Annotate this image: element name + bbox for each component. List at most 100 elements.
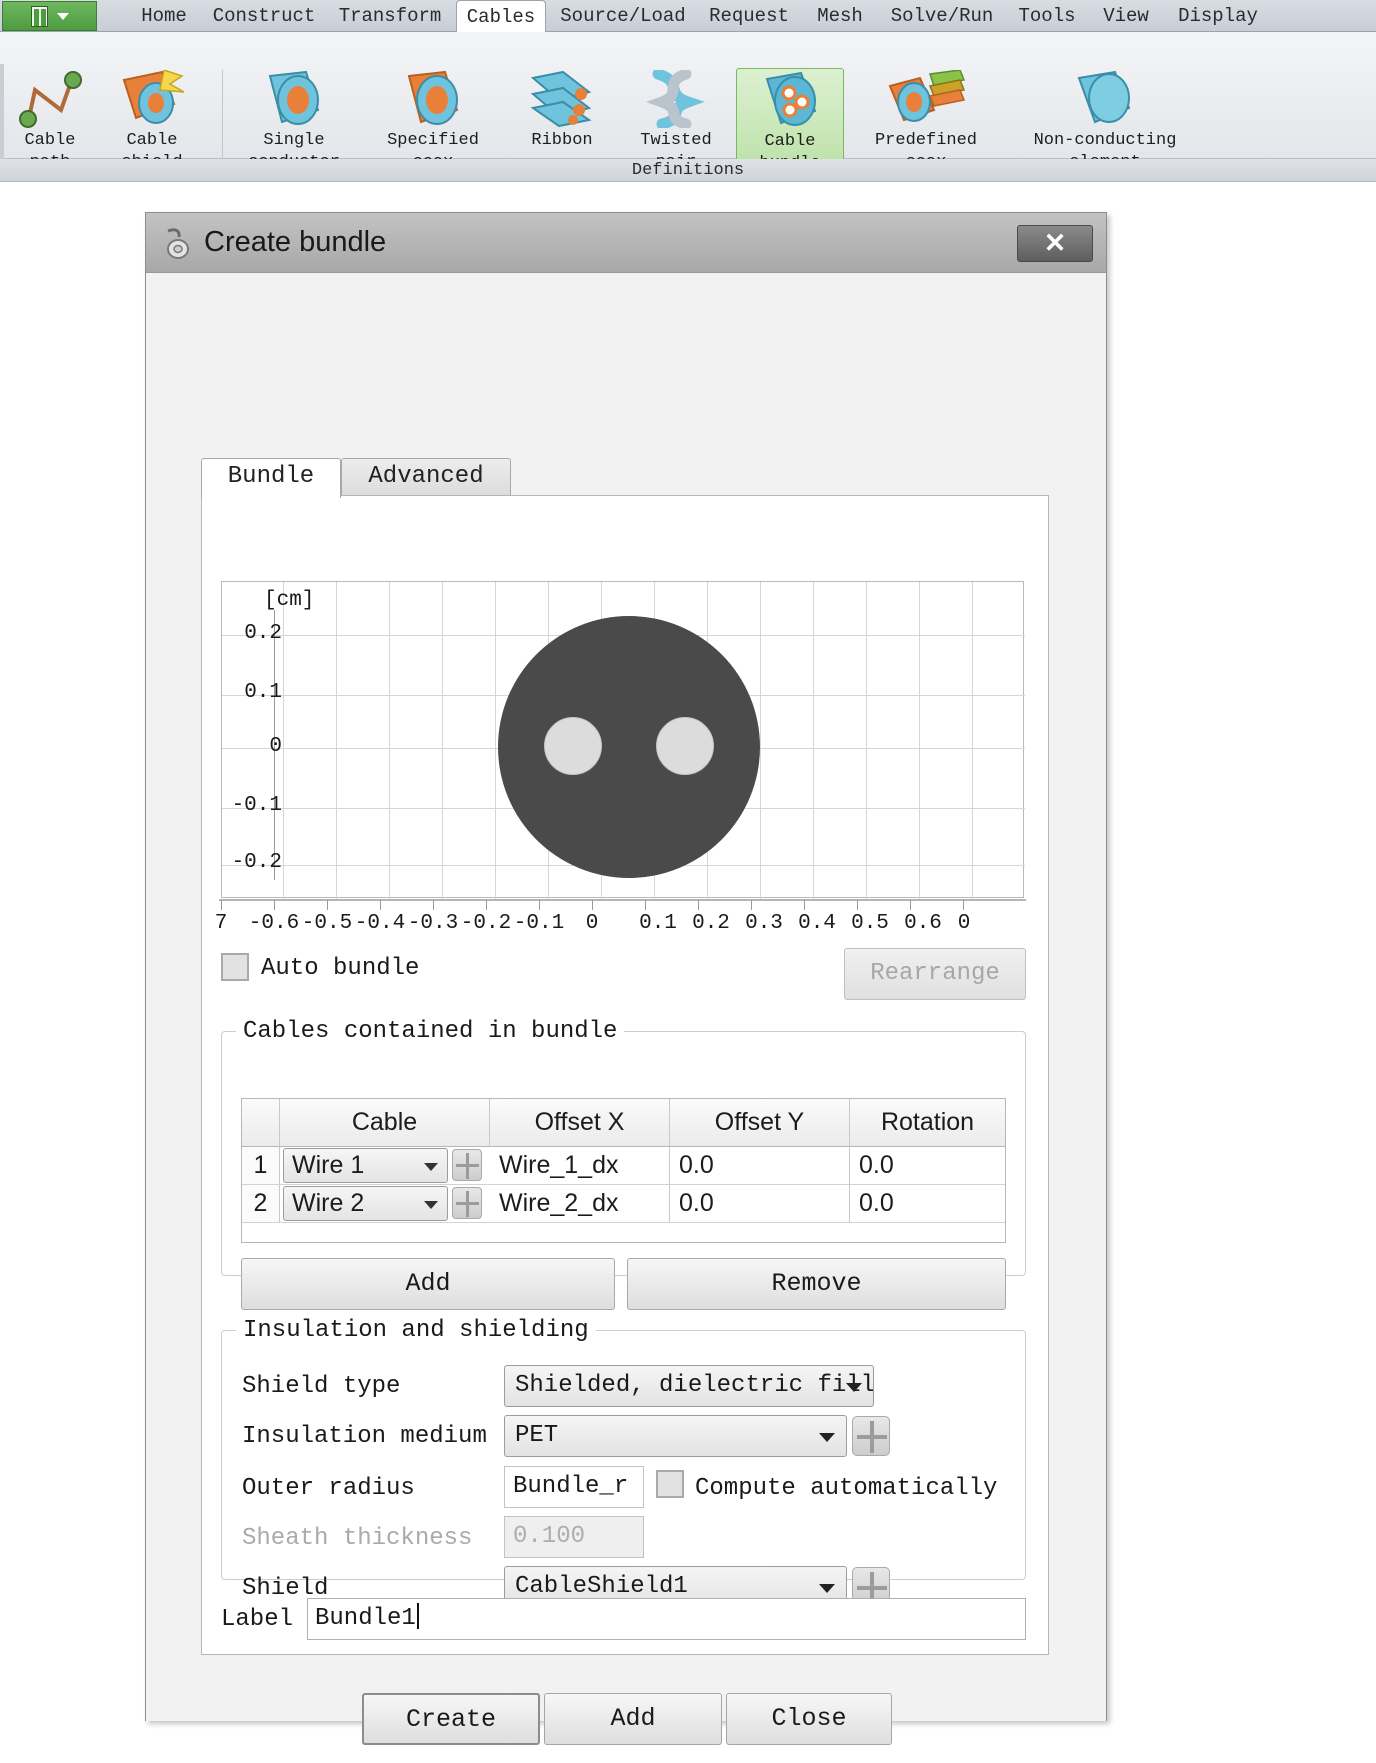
chevron-down-icon: [819, 1433, 835, 1442]
ribbon-button-label: Ribbon: [531, 131, 593, 150]
sheath-thickness-label: Sheath thickness: [242, 1525, 473, 1552]
specified-coax-icon: [387, 68, 479, 130]
cable-select[interactable]: Wire 1: [283, 1148, 448, 1183]
row-index: 2: [242, 1185, 280, 1222]
insulation-medium-select[interactable]: PET: [504, 1415, 847, 1457]
offset-x-variable-button[interactable]: [452, 1149, 482, 1181]
label-caption: Label: [221, 1606, 294, 1633]
tab-advanced[interactable]: Advanced: [341, 458, 511, 496]
offset-x-variable-button[interactable]: [452, 1187, 482, 1219]
create-bundle-dialog: Create bundle ✕ Bundle Advanced [cm] 0.2…: [145, 212, 1107, 1745]
cable-bundle-icon: [747, 69, 833, 131]
outer-radius-input[interactable]: Bundle_r: [504, 1466, 644, 1508]
ribbon-tabbar: Home Construct Transform Cables Source/L…: [0, 0, 1376, 33]
close-icon[interactable]: ✕: [1017, 225, 1093, 262]
close-glyph: ✕: [1043, 228, 1067, 258]
tab-bundle[interactable]: Bundle: [201, 458, 341, 498]
cable-select[interactable]: Wire 2: [283, 1186, 448, 1221]
tab-tools[interactable]: Tools: [1008, 0, 1086, 32]
chevron-down-icon: [846, 1383, 862, 1392]
remove-cable-button[interactable]: Remove: [627, 1258, 1006, 1310]
plot-y-tick: 0.1: [244, 681, 282, 704]
predefined-coax-icon: [880, 68, 972, 130]
offset-y-cell[interactable]: 0.0: [670, 1147, 850, 1184]
book-icon: [30, 5, 48, 27]
bundle-outer-circle: [498, 616, 760, 878]
table-col-cable: Cable: [280, 1099, 490, 1146]
non-conducting-icon: [1059, 68, 1151, 130]
tab-transform[interactable]: Transform: [326, 0, 454, 32]
sheath-thickness-input: 0.100: [504, 1516, 644, 1558]
chevron-down-icon: [424, 1201, 438, 1209]
add-button[interactable]: Add: [544, 1693, 722, 1745]
plot-x-tick: 0: [585, 912, 599, 935]
plot-y-tick: -0.1: [231, 794, 282, 817]
compute-automatically-checkbox[interactable]: [656, 1470, 684, 1498]
ribbon-button-ribbon[interactable]: Ribbon: [508, 68, 616, 152]
workspace-left-panel: [0, 182, 161, 1721]
application-menu-button[interactable]: [2, 1, 97, 31]
cable-select-value: Wire 2: [292, 1189, 365, 1217]
offset-x-cell[interactable]: Wire_1_dx: [490, 1147, 670, 1184]
plot-x-axis: 7 -0.6 -0.5 -0.4 -0.3 -0.2 -0.1 0 0.1 0.…: [215, 900, 1026, 944]
create-button[interactable]: Create: [362, 1693, 540, 1745]
insulation-medium-variable-button[interactable]: [852, 1416, 890, 1456]
rearrange-button[interactable]: Rearrange: [844, 948, 1026, 1000]
close-button[interactable]: Close: [726, 1693, 892, 1745]
cable-bundle-small-icon: [162, 227, 196, 261]
single-conductor-icon: [248, 68, 340, 130]
ribbon-cable-icon: [519, 68, 605, 130]
plot-x-tick: 7: [214, 912, 228, 935]
plot-y-tick: -0.2: [231, 851, 282, 874]
shield-value: CableShield1: [515, 1573, 688, 1600]
label-input[interactable]: Bundle1: [307, 1598, 1026, 1640]
wire-2-circle: [656, 717, 714, 775]
table-col-offset-x: Offset X: [490, 1099, 670, 1146]
tab-home[interactable]: Home: [123, 0, 205, 32]
tab-cables[interactable]: Cables: [456, 0, 546, 33]
rotation-cell[interactable]: 0.0: [850, 1185, 1005, 1222]
tab-request[interactable]: Request: [699, 0, 799, 32]
chevron-down-icon: [56, 12, 69, 20]
text-caret: [416, 1603, 419, 1629]
tab-source-load[interactable]: Source/Load: [550, 0, 696, 32]
tab-construct[interactable]: Construct: [205, 0, 323, 32]
tab-solve-run[interactable]: Solve/Run: [880, 0, 1004, 32]
outer-radius-label: Outer radius: [242, 1475, 415, 1502]
tab-view[interactable]: View: [1092, 0, 1160, 32]
row-divider: [242, 1222, 1005, 1223]
cables-group-title: Cables contained in bundle: [236, 1018, 625, 1045]
twisted-pair-icon: [636, 68, 716, 130]
offset-x-cell[interactable]: Wire_2_dx: [490, 1185, 670, 1222]
chevron-down-icon: [819, 1584, 835, 1593]
ribbon-group-label: Definitions: [631, 161, 745, 180]
dialog-title: Create bundle: [204, 226, 387, 258]
ribbon-body: Cable path Cable shield: [0, 32, 1376, 191]
bundle-cross-section-plot[interactable]: [221, 581, 1025, 899]
table-col-rotation: Rotation: [880, 1108, 975, 1136]
wire-1-circle: [544, 717, 602, 775]
plot-unit-label: [cm]: [264, 589, 315, 612]
plot-y-tick: 0.2: [244, 622, 282, 645]
label-input-value: Bundle1: [315, 1605, 416, 1632]
tab-display[interactable]: Display: [1168, 0, 1268, 32]
table-row[interactable]: 1 Wire 1 Wire_1_dx 0.0 0.0: [242, 1147, 1005, 1184]
cable-shield-icon: [112, 68, 192, 130]
insulation-medium-label: Insulation medium: [242, 1423, 487, 1450]
ribbon: Home Construct Transform Cables Source/L…: [0, 0, 1376, 191]
insulation-group-title: Insulation and shielding: [236, 1317, 596, 1344]
shield-type-label: Shield type: [242, 1373, 401, 1400]
shield-type-value: Shielded, dielectric filled: [515, 1372, 874, 1399]
row-index: 1: [242, 1147, 280, 1184]
auto-bundle-checkbox[interactable]: [221, 953, 249, 981]
tab-mesh[interactable]: Mesh: [805, 0, 875, 32]
table-row[interactable]: 2 Wire 2 Wire_2_dx 0.0 0.0: [242, 1185, 1005, 1222]
shield-type-select[interactable]: Shielded, dielectric filled: [504, 1365, 874, 1407]
add-cable-button[interactable]: Add: [241, 1258, 615, 1310]
rotation-cell[interactable]: 0.0: [850, 1147, 1005, 1184]
table-col-index: [242, 1099, 280, 1146]
cables-table[interactable]: Cable Offset X Offset Y Rotation 1 Wire …: [241, 1098, 1006, 1243]
dialog-footer: Create Add Close: [146, 1693, 1106, 1763]
offset-y-cell[interactable]: 0.0: [670, 1185, 850, 1222]
dialog-titlebar: Create bundle ✕: [146, 213, 1106, 273]
